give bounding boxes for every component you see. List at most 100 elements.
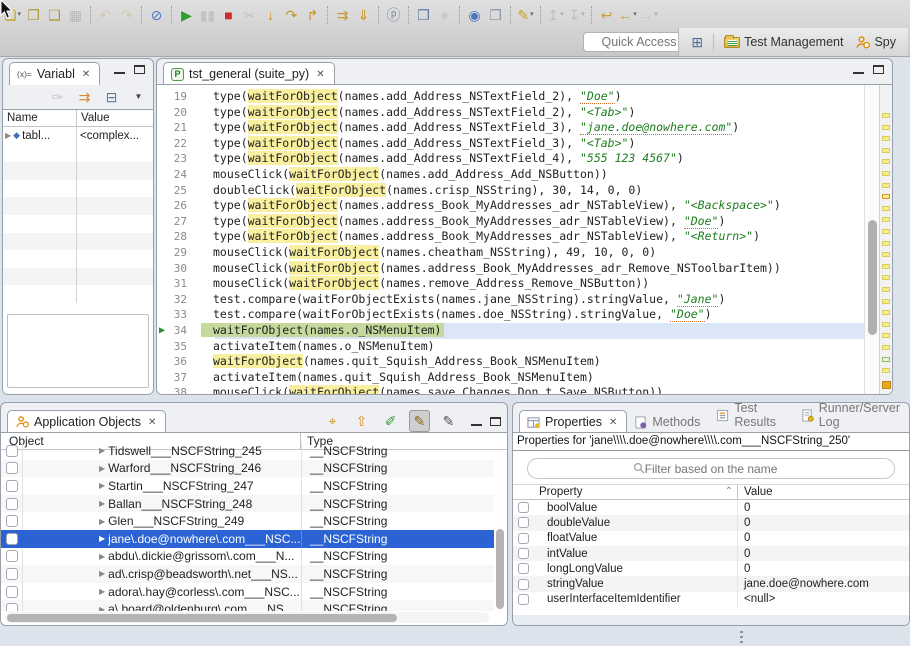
row-checkbox[interactable] xyxy=(6,586,18,598)
tab-runner-server-log[interactable]: Runner/Server Log xyxy=(794,397,909,433)
record-snippet-icon[interactable]: ⇓ xyxy=(353,4,374,26)
property-row[interactable]: intValue0 xyxy=(513,546,909,561)
prev-annotation-icon[interactable]: ↥▾ xyxy=(545,4,566,26)
code-line-31[interactable]: 31mouseClick(waitForObject(names.remove_… xyxy=(157,276,864,292)
occurrence-marker[interactable] xyxy=(882,148,890,153)
occurrence-marker[interactable] xyxy=(882,368,890,373)
save-icon[interactable]: ▦ xyxy=(65,4,86,26)
editor-scrollbar[interactable] xyxy=(864,85,879,394)
tab-tst-general[interactable]: P tst_general (suite_py) ✕ xyxy=(163,62,335,85)
occurrence-marker[interactable] xyxy=(882,194,890,199)
run-to-line-icon[interactable]: ⇉ xyxy=(332,4,353,26)
row-checkbox[interactable] xyxy=(6,515,18,527)
code-line-25[interactable]: 25doubleClick(waitForObject(names.crisp_… xyxy=(157,183,864,199)
maximize-button[interactable] xyxy=(873,65,884,74)
row-checkbox[interactable] xyxy=(6,550,18,562)
expand-icon[interactable]: ▶ xyxy=(99,481,105,490)
objects-vscrollbar[interactable] xyxy=(494,453,505,609)
code-line-35[interactable]: 35activateItem(names.o_NSMenuItem) xyxy=(157,339,864,355)
collapse-all-icon[interactable]: ⊟ xyxy=(101,86,122,108)
code-line-22[interactable]: 22type(waitForObject(names.add_Address_N… xyxy=(157,136,864,152)
code-line-30[interactable]: 30mouseClick(waitForObject(names.address… xyxy=(157,261,864,277)
object-row[interactable]: ▶a\.board@oldenburg\.com___NS...__NSCFSt… xyxy=(1,600,494,611)
code-line-29[interactable]: 29mouseClick(waitForObject(names.cheatha… xyxy=(157,245,864,261)
back-history-icon[interactable]: ←▾ xyxy=(617,4,638,26)
object-row[interactable]: ▶adora\.hay@corless\.com___NSC...__NSCFS… xyxy=(1,583,494,601)
pause-icon[interactable]: ▮▮ xyxy=(197,4,218,26)
row-checkbox[interactable] xyxy=(6,462,18,474)
row-checkbox[interactable] xyxy=(6,445,18,457)
undo-icon[interactable]: ↶ xyxy=(95,4,116,26)
expand-icon[interactable]: ▶ xyxy=(99,605,105,611)
property-row[interactable]: userInterfaceItemIdentifier<null> xyxy=(513,592,909,607)
variable-row[interactable] xyxy=(3,250,153,268)
tab-variables[interactable]: (x)= Variabl ✕ xyxy=(9,62,100,85)
expand-icon[interactable]: ▶ xyxy=(99,517,105,526)
skip-all-breakpoints-icon[interactable]: ⊘ xyxy=(146,4,167,26)
close-icon[interactable]: ✕ xyxy=(316,69,324,80)
overview-ruler[interactable] xyxy=(879,85,892,394)
occurrence-marker[interactable] xyxy=(882,264,890,269)
code-line-26[interactable]: 26type(waitForObject(names.address_Book_… xyxy=(157,198,864,214)
maximize-button[interactable] xyxy=(490,417,501,426)
object-row[interactable]: ▶Startin___NSCFString_247__NSCFString xyxy=(1,477,494,495)
occurrence-marker[interactable] xyxy=(882,241,890,246)
occurrence-marker[interactable] xyxy=(882,322,890,327)
variable-detail-pane[interactable] xyxy=(7,314,149,388)
code-lines[interactable]: 19type(waitForObject(names.add_Address_N… xyxy=(157,85,864,394)
expand-icon[interactable]: ▶ xyxy=(99,446,105,455)
variable-row[interactable]: ▶◆tabl...<complex... xyxy=(3,127,153,145)
perspective-spy[interactable]: Spy xyxy=(849,32,902,53)
tab-properties[interactable]: Properties✕ xyxy=(519,410,627,433)
occurrence-marker[interactable] xyxy=(882,357,890,362)
forward-history-icon[interactable]: →▾ xyxy=(638,4,659,26)
launch-aut-icon[interactable]: ❒ xyxy=(413,4,434,26)
copy-test-case-icon[interactable]: ❑ xyxy=(44,4,65,26)
property-row[interactable]: doubleValue0 xyxy=(513,515,909,530)
row-checkbox[interactable] xyxy=(6,498,18,510)
code-line-20[interactable]: 20type(waitForObject(names.add_Address_N… xyxy=(157,105,864,121)
column-value[interactable]: Value xyxy=(738,485,909,499)
code-line-37[interactable]: 37activateItem(names.quit_Squish_Address… xyxy=(157,370,864,386)
code-line-27[interactable]: 27type(waitForObject(names.address_Book_… xyxy=(157,214,864,230)
occurrence-marker[interactable] xyxy=(882,113,890,118)
minimize-button[interactable] xyxy=(114,65,125,74)
variable-row[interactable] xyxy=(3,197,153,215)
object-picker-icon[interactable]: ✐ xyxy=(380,410,401,432)
variable-row[interactable] xyxy=(3,233,153,251)
column-value[interactable]: Value xyxy=(77,110,114,126)
maximize-button[interactable] xyxy=(134,65,145,74)
locate-object-icon[interactable]: ⌖ xyxy=(322,410,343,432)
snapshot-icon[interactable]: ◉ xyxy=(464,4,485,26)
highlight-picked-object-icon[interactable]: ✎ xyxy=(409,410,430,432)
expand-icon[interactable]: ▶ xyxy=(99,534,105,543)
occurrence-marker[interactable] xyxy=(882,275,890,280)
row-checkbox[interactable] xyxy=(6,533,18,545)
occurrence-marker[interactable] xyxy=(882,136,890,141)
expand-icon[interactable]: ▶ xyxy=(99,499,105,508)
code-line-34[interactable]: ▶34waitForObject(names.o_NSMenuItem) xyxy=(157,323,864,339)
code-line-21[interactable]: 21type(waitForObject(names.add_Address_N… xyxy=(157,120,864,136)
occurrence-marker[interactable] xyxy=(882,206,890,211)
occurrence-marker[interactable] xyxy=(882,125,890,130)
code-line-23[interactable]: 23type(waitForObject(names.add_Address_N… xyxy=(157,151,864,167)
code-line-36[interactable]: 36waitForObject(names.quit_Squish_Addres… xyxy=(157,354,864,370)
code-line-38[interactable]: 38mouseClick(waitForObject(names.save_Ch… xyxy=(157,385,864,394)
row-checkbox[interactable] xyxy=(518,517,529,528)
view-menu-icon[interactable]: ▼ xyxy=(128,86,149,108)
row-checkbox[interactable] xyxy=(518,563,529,574)
variable-row[interactable] xyxy=(3,285,153,303)
step-over-icon[interactable]: ↷ xyxy=(281,4,302,26)
minimize-button[interactable] xyxy=(853,65,864,74)
occurrence-marker[interactable] xyxy=(882,252,890,257)
code-line-28[interactable]: 28type(waitForObject(names.address_Book_… xyxy=(157,229,864,245)
sash-handle[interactable] xyxy=(740,631,743,644)
expand-icon[interactable]: ▶ xyxy=(99,552,105,561)
occurrence-marker[interactable] xyxy=(882,333,890,338)
tab-application-objects[interactable]: Application Objects ✕ xyxy=(7,410,166,433)
property-row[interactable]: floatValue0 xyxy=(513,531,909,546)
close-icon[interactable]: ✕ xyxy=(148,417,156,428)
code-line-19[interactable]: 19type(waitForObject(names.add_Address_N… xyxy=(157,89,864,105)
row-checkbox[interactable] xyxy=(518,579,529,590)
object-row[interactable]: ▶Ballan___NSCFString_248__NSCFString xyxy=(1,495,494,513)
